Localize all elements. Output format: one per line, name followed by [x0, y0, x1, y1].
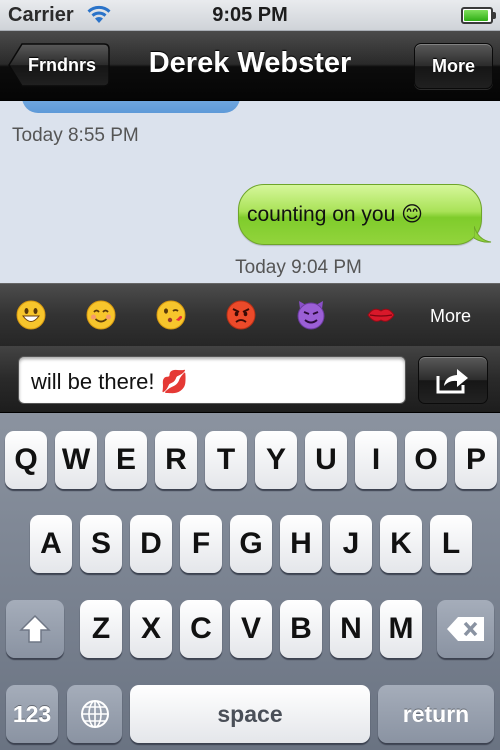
key-d[interactable]: D: [130, 515, 172, 573]
key-q[interactable]: Q: [5, 431, 47, 489]
conversation-view[interactable]: Today 8:55 PM counting on you 😊 Today 9:…: [0, 101, 500, 283]
back-button[interactable]: Frndnrs: [8, 43, 110, 87]
battery-level-fill: [464, 10, 488, 21]
space-key[interactable]: space: [130, 685, 370, 743]
status-bar: Carrier 9:05 PM: [0, 0, 500, 31]
message-input-value: will be there! 💋: [31, 369, 189, 394]
message-input[interactable]: will be there! 💋: [18, 356, 406, 404]
key-e[interactable]: E: [105, 431, 147, 489]
key-u[interactable]: U: [305, 431, 347, 489]
key-v[interactable]: V: [230, 600, 272, 658]
navigation-bar: Frndnrs Derek Webster More: [0, 31, 500, 101]
key-b[interactable]: B: [280, 600, 322, 658]
key-g[interactable]: G: [230, 515, 272, 573]
globe-key[interactable]: [67, 685, 122, 743]
message-text: counting on you 😊: [247, 203, 424, 226]
key-z[interactable]: Z: [80, 600, 122, 658]
globe-icon: [80, 700, 109, 728]
shift-icon: [19, 614, 51, 643]
nav-more-button[interactable]: More: [414, 43, 493, 89]
message-input-bar: will be there! 💋: [0, 346, 500, 413]
delete-key[interactable]: [437, 600, 494, 658]
battery-icon: [461, 7, 493, 24]
key-n[interactable]: N: [330, 600, 372, 658]
key-w[interactable]: W: [55, 431, 97, 489]
shift-key[interactable]: [6, 600, 64, 658]
key-t[interactable]: T: [205, 431, 247, 489]
share-arrow-icon: [436, 369, 468, 394]
message-timestamp: Today 8:55 PM: [12, 125, 139, 146]
kiss-mark-icon[interactable]: [366, 300, 396, 330]
key-i[interactable]: I: [355, 431, 397, 489]
key-m[interactable]: M: [380, 600, 422, 658]
grinning-face-icon[interactable]: [16, 300, 46, 330]
key-s[interactable]: S: [80, 515, 122, 573]
numbers-key[interactable]: 123: [6, 685, 58, 743]
keyboard: QWERTYUIOP ASDFGHJKL ZXCVBNM 123 space r…: [0, 413, 500, 750]
key-x[interactable]: X: [130, 600, 172, 658]
previous-message-bubble: [22, 101, 240, 113]
bubble-tail: [474, 226, 492, 243]
key-k[interactable]: K: [380, 515, 422, 573]
key-r[interactable]: R: [155, 431, 197, 489]
emoji-bar: More: [0, 283, 500, 347]
key-a[interactable]: A: [30, 515, 72, 573]
key-f[interactable]: F: [180, 515, 222, 573]
key-j[interactable]: J: [330, 515, 372, 573]
key-y[interactable]: Y: [255, 431, 297, 489]
clock: 9:05 PM: [212, 4, 288, 26]
backspace-icon: [446, 617, 484, 641]
battery-nub: [493, 12, 496, 19]
return-key[interactable]: return: [378, 685, 494, 743]
face-blowing-kiss-icon[interactable]: [156, 300, 186, 330]
smiling-face-with-horns-icon[interactable]: [296, 300, 326, 330]
send-button[interactable]: [418, 356, 488, 404]
message-timestamp: Today 9:04 PM: [235, 257, 362, 278]
key-l[interactable]: L: [430, 515, 472, 573]
back-button-label: Frndnrs: [28, 55, 97, 75]
key-c[interactable]: C: [180, 600, 222, 658]
angry-face-icon[interactable]: [226, 300, 256, 330]
conversation-title: Derek Webster: [148, 47, 352, 79]
key-h[interactable]: H: [280, 515, 322, 573]
emoji-more-button[interactable]: More: [430, 306, 471, 327]
outgoing-message-bubble[interactable]: counting on you 😊: [238, 184, 482, 245]
smiling-face-icon[interactable]: [86, 300, 116, 330]
key-p[interactable]: P: [455, 431, 497, 489]
key-o[interactable]: O: [405, 431, 447, 489]
